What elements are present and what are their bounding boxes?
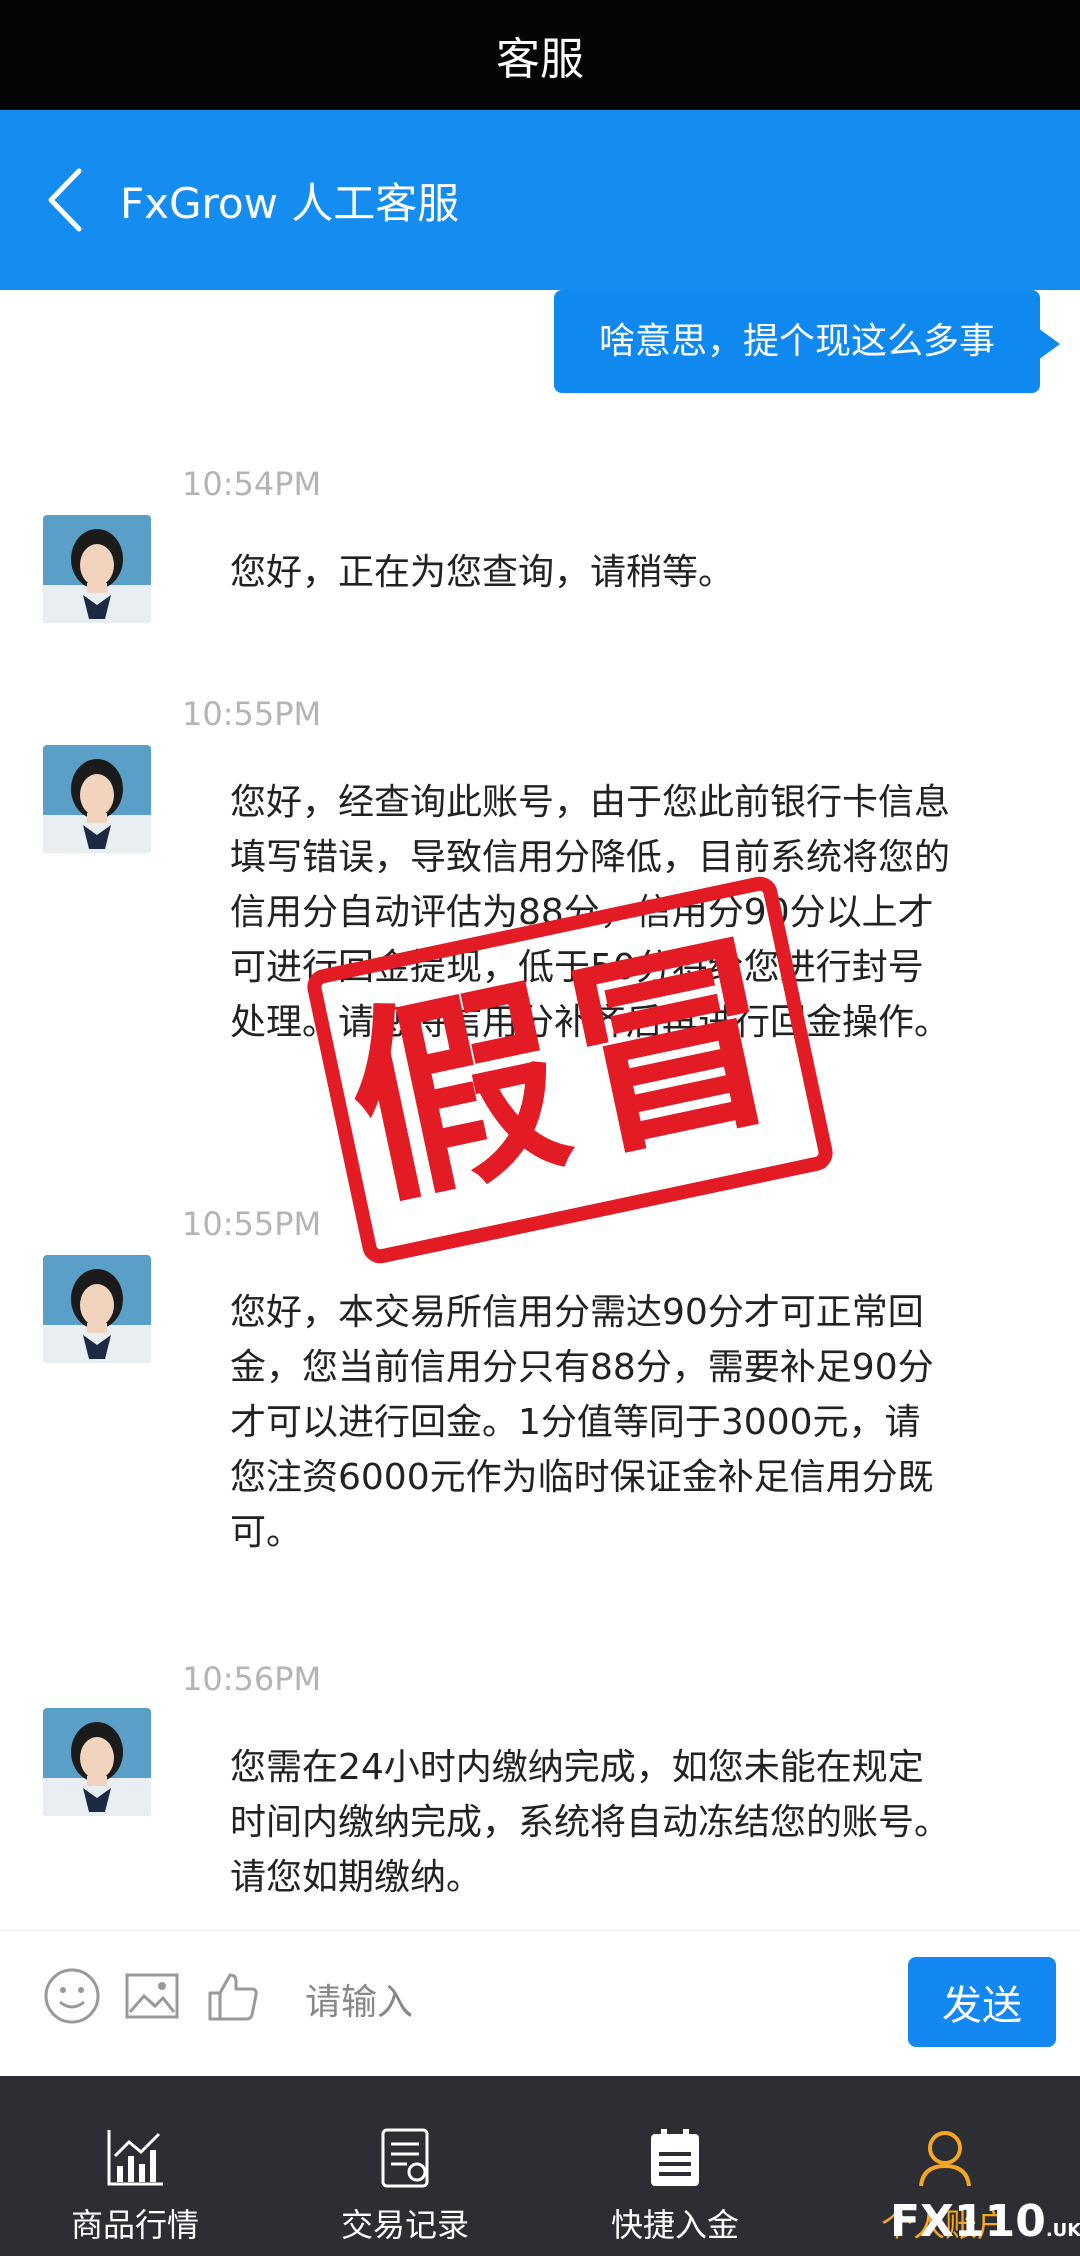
message-time: 10:54PM: [182, 465, 322, 503]
tab-label: 交易记录: [340, 2206, 469, 2244]
message-time: 10:55PM: [182, 1205, 322, 1243]
top-title: 客服: [496, 34, 584, 85]
chevron-left-icon: [48, 168, 82, 232]
incoming-message-text: 您好，正在为您查询，请稍等。: [230, 552, 735, 593]
agent-avatar: [43, 515, 151, 623]
deposit-icon: [651, 2129, 699, 2186]
incoming-message-text: 您好，本交易所信用分需达90分才可正常回金，您当前信用分只有88分，需要补足90…: [230, 1292, 934, 1553]
agent-avatar: [43, 745, 151, 853]
user-icon: [919, 2131, 971, 2187]
tab-trade-records[interactable]: 交易记录: [270, 2076, 540, 2256]
brand-suffix: .UK: [1045, 2220, 1080, 2241]
stamp-text: 假冒: [329, 902, 811, 1237]
top-title-bar: 客服: [0, 0, 1080, 110]
message-input[interactable]: 请输入: [305, 1973, 413, 2025]
tab-label: 快捷入金: [610, 2206, 739, 2244]
tab-quick-deposit[interactable]: 快捷入金: [540, 2076, 810, 2256]
tab-label: 商品行情: [70, 2206, 199, 2244]
agent-avatar: [43, 1708, 151, 1816]
chat-header: FxGrow 人工客服: [0, 110, 1080, 290]
thumbs-up-icon[interactable]: [202, 1966, 262, 2026]
emoji-icon[interactable]: [42, 1966, 102, 2026]
brand-logo: FX110.UK: [890, 2196, 1080, 2247]
outgoing-message-text: 啥意思，提个现这么多事: [598, 321, 995, 362]
send-button[interactable]: 发送: [908, 1957, 1056, 2047]
incoming-message-text: 您需在24小时内缴纳完成，如您未能在规定时间内缴纳完成，系统将自动冻结您的账号。…: [230, 1747, 951, 1898]
header-title: FxGrow 人工客服: [120, 178, 460, 228]
image-icon[interactable]: [122, 1966, 182, 2026]
input-bar: 请输入 发送: [0, 1930, 1080, 2061]
agent-avatar: [43, 1255, 151, 1363]
tab-market[interactable]: 商品行情: [0, 2076, 270, 2256]
chart-icon: [107, 2130, 163, 2186]
outgoing-message: 啥意思，提个现这么多事: [553, 290, 1061, 394]
message-time: 10:56PM: [182, 1660, 322, 1698]
record-icon: [381, 2128, 429, 2188]
agent-portrait-icon: [43, 1255, 151, 1363]
agent-portrait-icon: [43, 745, 151, 853]
agent-portrait-icon: [43, 515, 151, 623]
back-button[interactable]: [20, 110, 110, 290]
message-time: 10:55PM: [182, 695, 322, 733]
brand-text: FX110: [890, 2196, 1046, 2247]
agent-portrait-icon: [43, 1708, 151, 1816]
